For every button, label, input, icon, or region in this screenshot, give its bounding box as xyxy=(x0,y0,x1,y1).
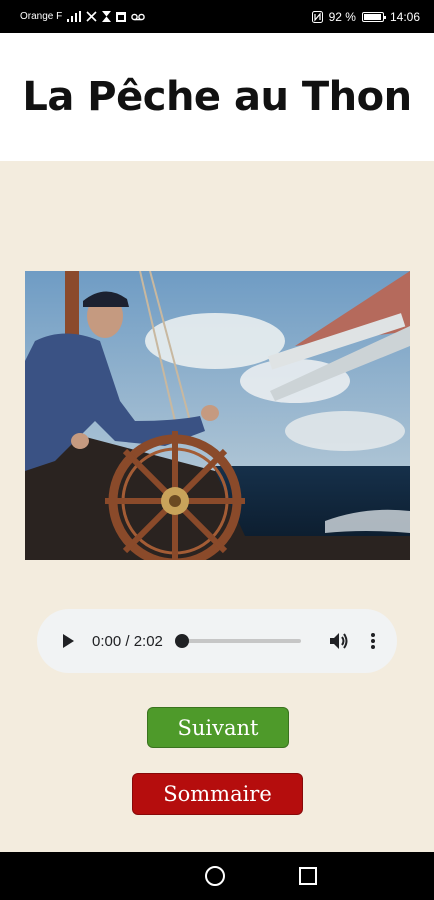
system-nav-bar xyxy=(0,852,434,900)
signal-icon xyxy=(67,11,82,22)
back-icon[interactable] xyxy=(117,867,131,885)
more-options-icon[interactable] xyxy=(371,633,375,649)
battery-icon xyxy=(361,11,386,22)
voicemail-icon xyxy=(131,13,146,20)
page-title: La Pêche au Thon xyxy=(22,74,412,120)
nfc-icon xyxy=(311,10,323,23)
seek-knob[interactable] xyxy=(174,634,189,648)
audio-seek-bar[interactable] xyxy=(174,634,301,648)
next-button[interactable]: Suivant xyxy=(147,707,289,748)
play-icon[interactable] xyxy=(63,634,74,648)
home-icon[interactable] xyxy=(204,865,226,887)
battery-percent: 92 % xyxy=(328,9,356,24)
audio-time: 0:00 / 2:02 xyxy=(92,632,163,650)
volume-icon[interactable] xyxy=(329,632,349,650)
recent-apps-icon[interactable] xyxy=(299,867,318,885)
hourglass-icon xyxy=(102,11,112,22)
calendar-icon xyxy=(116,12,127,22)
status-bar: Orange F 92 % 14:06 xyxy=(0,0,434,33)
page-header: La Pêche au Thon xyxy=(0,33,434,161)
audio-player: 0:00 / 2:02 xyxy=(37,609,397,673)
carrier-label: Orange F xyxy=(20,11,63,22)
tools-icon xyxy=(86,11,97,22)
clock: 14:06 xyxy=(389,9,420,24)
sailor-at-ship-wheel-photo xyxy=(25,271,410,560)
summary-button[interactable]: Sommaire xyxy=(132,773,303,815)
